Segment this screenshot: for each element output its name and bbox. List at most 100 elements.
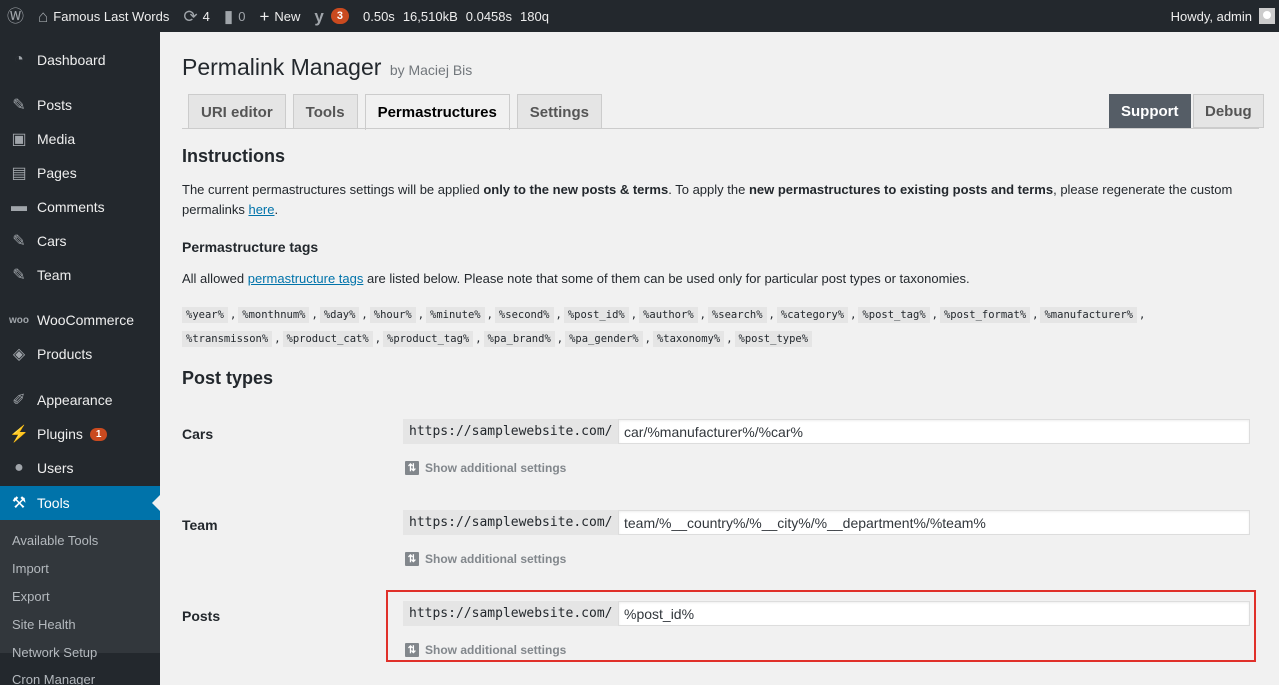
- sidebar-item-media[interactable]: ▣ Media: [0, 122, 160, 156]
- more-settings-team[interactable]: ⇅ Show additional settings: [405, 552, 566, 566]
- tags-list: %year%, %monthnum%, %day%, %hour%, %minute%,…: [182, 303, 1252, 351]
- comment-icon: ▮: [223, 6, 234, 26]
- sidebar-item-plugins[interactable]: ⚡ Plugins 1: [0, 417, 160, 451]
- tag-separator: ,: [361, 309, 368, 321]
- permastructure-tag: %day%: [319, 307, 360, 323]
- tag-separator: ,: [555, 309, 562, 321]
- permastructure-tag: %author%: [639, 307, 698, 323]
- permastructure-tag: %hour%: [369, 307, 416, 323]
- wordpress-logo[interactable]: Ⓦ: [0, 0, 31, 32]
- permastructure-input-team[interactable]: [618, 510, 1250, 535]
- submenu-import[interactable]: Import: [12, 561, 49, 576]
- tab-bar: URI editor Tools Permastructures Setting…: [188, 94, 609, 130]
- base-url-team: https://samplewebsite.com/: [403, 510, 619, 535]
- yoast-icon: y: [314, 6, 324, 26]
- tags-heading: Permastructure tags: [182, 239, 319, 255]
- permastructure-tag: %monthnum%: [238, 307, 310, 323]
- sidebar-item-appearance[interactable]: ✐ Appearance: [0, 383, 160, 417]
- permastructure-tag: %post_id%: [563, 307, 629, 323]
- sidebar-item-dashboard[interactable]: ◔ Dashboard: [0, 43, 160, 77]
- post-type-label-team: Team: [182, 517, 218, 533]
- admin-bar: Ⓦ ⌂ Famous Last Words ⟳ 4 ▮ 0 + New y3 0.50s…: [0, 0, 1279, 32]
- sidebar-item-posts[interactable]: ✎ Posts: [0, 88, 160, 122]
- tag-separator: ,: [556, 333, 564, 345]
- permastructure-tag: %second%: [494, 307, 554, 323]
- tag-separator: ,: [374, 333, 382, 345]
- permastructure-tag: %post_tag%: [858, 307, 930, 323]
- tag-separator: ,: [274, 333, 281, 345]
- wordpress-icon: Ⓦ: [7, 6, 24, 26]
- settings-toggle-icon: ⇅: [405, 552, 419, 566]
- submenu-cron-manager[interactable]: Cron Manager: [12, 672, 95, 685]
- permastructure-tag: %minute%: [426, 307, 485, 323]
- brush-icon: ✐: [12, 392, 26, 409]
- admin-sidebar: ◔ Dashboard ✎ Posts ▣ Media ▤ Pages ▬ Comment…: [0, 32, 160, 685]
- updates-link[interactable]: ⟳ 4: [176, 0, 216, 32]
- tags-intro: All allowed permastructure tags are list…: [182, 271, 970, 286]
- main-content: Permalink Manager by Maciej Bis URI edit…: [160, 32, 1279, 685]
- highlight-box: [386, 590, 1256, 662]
- sidebar-item-users[interactable]: ● Users: [0, 451, 160, 485]
- tag-separator: ,: [417, 309, 425, 321]
- tab-tools[interactable]: Tools: [292, 94, 358, 129]
- yoast-menu[interactable]: y3: [307, 0, 356, 32]
- permastructure-tag: %pa_gender%: [565, 331, 643, 347]
- sidebar-item-team[interactable]: ✎ Team: [0, 258, 160, 292]
- submenu-site-health[interactable]: Site Health: [12, 617, 76, 632]
- tag-separator: ,: [229, 309, 237, 321]
- permastructure-tag: %product_cat%: [282, 331, 373, 347]
- submenu-available-tools[interactable]: Available Tools: [12, 533, 98, 548]
- regenerate-link[interactable]: here: [248, 202, 274, 217]
- tag-separator: ,: [768, 309, 775, 321]
- refresh-icon: ⟳: [183, 6, 198, 26]
- query-monitor-stats[interactable]: 0.50s 16,510kB 0.0458s 180q: [356, 0, 564, 32]
- post-types-heading: Post types: [182, 368, 274, 388]
- instructions-heading: Instructions: [182, 146, 286, 166]
- debug-button[interactable]: Debug: [1193, 94, 1264, 128]
- plus-icon: +: [259, 6, 270, 26]
- support-button[interactable]: Support: [1109, 94, 1191, 128]
- sidebar-item-tools[interactable]: ⚒ Tools: [0, 486, 160, 520]
- sidebar-item-cars[interactable]: ✎ Cars: [0, 224, 160, 258]
- home-icon: ⌂: [38, 6, 49, 26]
- stat-time: 0.50s: [363, 8, 395, 24]
- permastructure-tag: %product_tag%: [383, 331, 474, 347]
- permastructure-tag: %post_type%: [734, 331, 813, 347]
- tag-separator: ,: [311, 309, 318, 321]
- pages-icon: ▤: [11, 165, 27, 182]
- comments-link[interactable]: ▮ 0: [217, 0, 253, 32]
- permastructure-tag: %search%: [707, 307, 767, 323]
- tag-separator: ,: [699, 309, 706, 321]
- page-subtitle: by Maciej Bis: [389, 62, 473, 78]
- permastructure-tag: %category%: [776, 307, 849, 323]
- tab-permastructures[interactable]: Permastructures: [364, 94, 510, 130]
- pin-icon: ✎: [12, 233, 26, 250]
- tag-separator: ,: [486, 309, 493, 321]
- permastructure-input-cars[interactable]: [618, 419, 1250, 444]
- submenu-network-setup[interactable]: Network Setup: [12, 645, 97, 660]
- sidebar-item-woocommerce[interactable]: woo WooCommerce: [0, 303, 160, 337]
- sidebar-item-products[interactable]: ◈ Products: [0, 337, 160, 371]
- new-content-link[interactable]: + New: [252, 0, 307, 32]
- tag-separator: ,: [630, 309, 638, 321]
- submenu-export[interactable]: Export: [12, 589, 50, 604]
- tools-submenu: Available Tools Import Export Site Healt…: [0, 520, 160, 685]
- tab-uri-editor[interactable]: URI editor: [188, 94, 286, 129]
- tag-separator: ,: [1032, 309, 1039, 321]
- sidebar-item-pages[interactable]: ▤ Pages: [0, 156, 160, 190]
- permastructure-tag: %taxonomy%: [652, 331, 725, 347]
- woo-icon: woo: [9, 314, 29, 326]
- more-settings-cars[interactable]: ⇅ Show additional settings: [405, 461, 566, 475]
- plug-icon: ⚡: [9, 426, 29, 443]
- tab-settings[interactable]: Settings: [516, 94, 602, 129]
- account-menu[interactable]: Howdy, admin: [1171, 0, 1275, 32]
- tag-separator: ,: [726, 333, 733, 345]
- post-type-label-posts: Posts: [182, 608, 221, 624]
- pin-icon: ✎: [12, 97, 26, 114]
- tag-separator: ,: [850, 309, 857, 321]
- permastructure-tags-link[interactable]: permastructure tags: [248, 271, 364, 286]
- permastructure-tag: %post_format%: [939, 307, 1031, 323]
- permastructure-tag: %pa_brand%: [483, 331, 555, 347]
- sidebar-item-comments[interactable]: ▬ Comments: [0, 190, 160, 224]
- site-name-link[interactable]: ⌂ Famous Last Words: [31, 0, 176, 32]
